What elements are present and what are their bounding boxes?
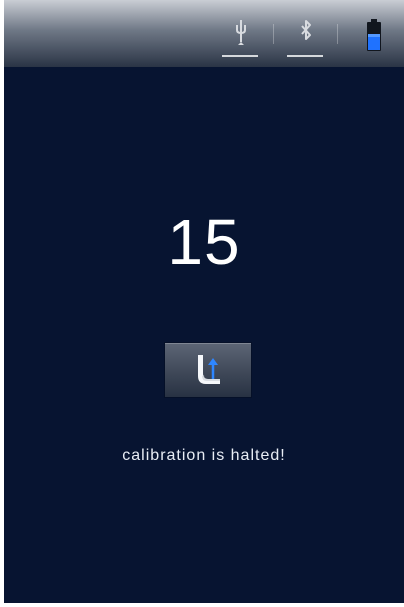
status-divider xyxy=(273,24,274,44)
boot-up-arrow-icon xyxy=(198,355,220,384)
status-divider xyxy=(337,24,338,44)
status-message: calibration is halted! xyxy=(122,447,286,464)
usb-underline xyxy=(222,55,258,57)
bluetooth-icon xyxy=(301,20,311,40)
usb-status xyxy=(220,0,262,67)
bluetooth-underline xyxy=(287,55,323,57)
device-screen: 15 calibration is halted! xyxy=(4,0,404,603)
battery-icon xyxy=(367,19,381,51)
calibration-button[interactable] xyxy=(165,343,251,397)
bluetooth-status xyxy=(285,0,327,67)
usb-icon xyxy=(236,20,246,45)
battery-status xyxy=(360,0,388,67)
status-bar xyxy=(4,0,404,67)
calibration-counter: 15 xyxy=(167,206,241,278)
